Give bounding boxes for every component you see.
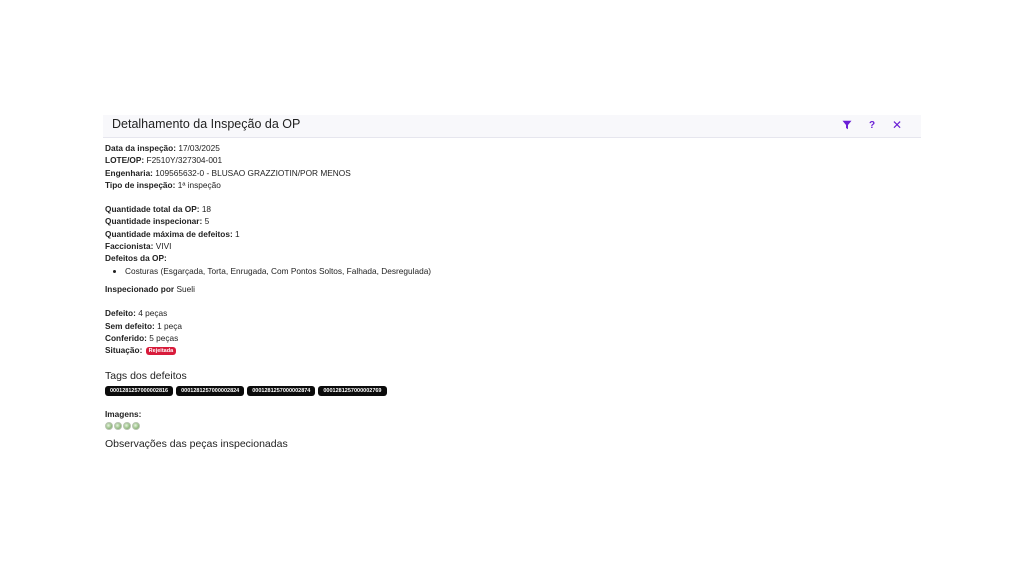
- help-icon[interactable]: ?: [865, 118, 879, 132]
- inspection-body: Data da inspeção: 17/03/2025 LOTE/OP: F2…: [105, 142, 905, 452]
- image-thumbnails: [105, 421, 905, 430]
- conferido-value: 5 peças: [149, 332, 179, 343]
- faccionista-row: Faccionista: VIVI: [105, 240, 905, 252]
- inspection-date-row: Data da inspeção: 17/03/2025: [105, 142, 905, 154]
- observations-title: Observações das peças inspecionadas: [105, 437, 288, 450]
- quantidade-max-defeitos-value: 1: [235, 228, 240, 239]
- image-thumbnail-icon[interactable]: [105, 421, 113, 430]
- quantidade-inspecionar-value: 5: [204, 216, 210, 227]
- sem-defeito-label: Sem defeito:: [105, 320, 155, 331]
- tipo-inspecao-label: Tipo de inspeção:: [105, 179, 176, 190]
- quantidade-inspecionar-label: Quantidade inspecionar:: [105, 216, 203, 227]
- defect-tag[interactable]: 0001281257000002824: [176, 386, 245, 397]
- conferido-label: Conferido:: [105, 332, 147, 343]
- situacao-label: Situação:: [105, 345, 143, 356]
- defects-list: Costuras (Esgarçada, Torta, Enrugada, Co…: [105, 265, 905, 277]
- inspector-row: Inspecionado por Sueli: [105, 283, 905, 295]
- images-row: Imagens:: [105, 408, 905, 420]
- defeitos-op-row: Defeitos da OP:: [105, 252, 905, 264]
- conferido-row: Conferido: 5 peças: [105, 332, 905, 344]
- inspection-detail-panel: Detalhamento da Inspeção da OP ? ✕ Data …: [103, 115, 921, 465]
- defeitos-op-label: Defeitos da OP:: [105, 253, 167, 264]
- tags-section-title: Tags dos defeitos: [105, 370, 187, 383]
- quantidade-inspecionar-row: Quantidade inspecionar: 5: [105, 215, 905, 227]
- defect-tag[interactable]: 0001281257000002816: [105, 386, 174, 397]
- list-item: Costuras (Esgarçada, Torta, Enrugada, Co…: [125, 265, 905, 277]
- inspection-date-value: 17/03/2025: [178, 143, 220, 153]
- defect-tags: 0001281257000002816 0001281257000002824 …: [105, 386, 905, 397]
- lote-value: F2510Y/327304-001: [146, 155, 223, 166]
- tipo-inspecao-value: 1ª inspeção: [177, 179, 221, 190]
- close-icon[interactable]: ✕: [890, 118, 904, 132]
- defect-tag[interactable]: 0001281257000002874: [247, 386, 316, 397]
- lote-label: LOTE/OP:: [105, 155, 145, 166]
- quantidade-total-label: Quantidade total da OP:: [105, 204, 200, 215]
- filter-icon-glyph: [842, 120, 852, 130]
- image-thumbnail-icon[interactable]: [123, 421, 131, 430]
- defeito-label: Defeito:: [105, 308, 136, 319]
- situacao-row: Situação: Rejeitada: [105, 344, 905, 356]
- inspection-date-label: Data da inspeção:: [105, 143, 177, 153]
- filter-icon[interactable]: [840, 118, 854, 132]
- lote-row: LOTE/OP: F2510Y/327304-001: [105, 154, 905, 166]
- quantidade-total-row: Quantidade total da OP: 18: [105, 203, 905, 215]
- inspector-label: Inspecionado por: [105, 283, 175, 294]
- inspector-value: Sueli: [176, 283, 195, 294]
- image-thumbnail-icon[interactable]: [132, 421, 140, 430]
- faccionista-label: Faccionista:: [105, 241, 154, 252]
- quantidade-max-defeitos-label: Quantidade máxima de defeitos:: [105, 228, 233, 239]
- sem-defeito-row: Sem defeito: 1 peça: [105, 320, 905, 332]
- defect-tag[interactable]: 0001281257000002769: [318, 386, 387, 397]
- faccionista-value: VIVI: [155, 241, 172, 252]
- engenharia-value: 109565632-0 - BLUSAO GRAZZIOTIN/POR MENO…: [155, 167, 351, 178]
- sem-defeito-value: 1 peça: [157, 320, 183, 331]
- defeito-row: Defeito: 4 peças: [105, 307, 905, 319]
- image-thumbnail-icon[interactable]: [114, 421, 122, 430]
- images-label: Imagens:: [105, 409, 142, 420]
- engenharia-label: Engenharia:: [105, 167, 153, 178]
- quantidade-max-defeitos-row: Quantidade máxima de defeitos: 1: [105, 228, 905, 240]
- page-title: Detalhamento da Inspeção da OP: [112, 117, 301, 131]
- engenharia-row: Engenharia: 109565632-0 - BLUSAO GRAZZIO…: [105, 167, 905, 179]
- status-badge: Rejeitada: [145, 346, 177, 355]
- defeito-value: 4 peças: [138, 308, 168, 319]
- tipo-inspecao-row: Tipo de inspeção: 1ª inspeção: [105, 179, 905, 191]
- quantidade-total-value: 18: [201, 204, 212, 215]
- panel-header: Detalhamento da Inspeção da OP ? ✕: [103, 115, 921, 138]
